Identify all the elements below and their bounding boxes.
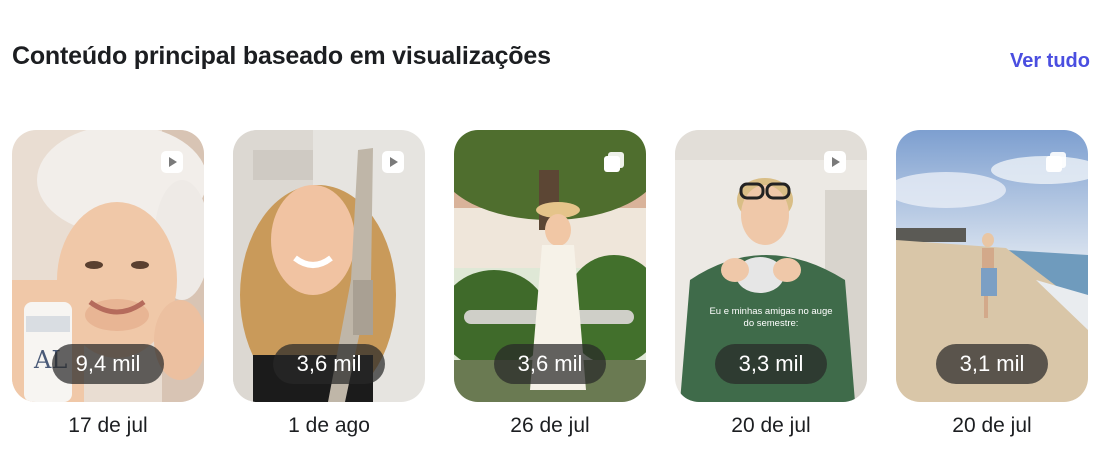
post-thumbnail[interactable]: 3,6 mil <box>454 130 646 402</box>
post-thumbnail[interactable]: 3,1 mil <box>896 130 1088 402</box>
post-card[interactable]: Eu e minhas amigas no auge do semestre: … <box>675 130 867 438</box>
views-count: 3,6 mil <box>494 344 606 384</box>
views-count: 3,3 mil <box>715 344 827 384</box>
post-thumbnail[interactable]: 3,6 mil <box>233 130 425 402</box>
top-content-section: Conteúdo principal baseado em visualizaç… <box>0 0 1100 449</box>
post-thumbnail[interactable]: AL 9,4 mil <box>12 130 204 402</box>
carousel-icon <box>1046 152 1066 172</box>
views-count: 3,1 mil <box>936 344 1048 384</box>
post-card[interactable]: 3,6 mil 26 de jul <box>454 130 646 438</box>
post-card[interactable]: 3,6 mil 1 de ago <box>233 130 425 438</box>
post-date: 20 de jul <box>731 414 811 437</box>
reel-play-icon <box>824 151 846 173</box>
carousel-icon <box>604 152 624 172</box>
post-cards-row: AL 9,4 mil 17 de jul 3,6 mil 1 de ago 3,… <box>12 130 1088 438</box>
post-card[interactable]: 3,1 mil 20 de jul <box>896 130 1088 438</box>
section-title: Conteúdo principal baseado em visualizaç… <box>12 42 551 70</box>
reel-play-icon <box>161 151 183 173</box>
post-card[interactable]: AL 9,4 mil 17 de jul <box>12 130 204 438</box>
reel-play-icon <box>382 151 404 173</box>
see-all-link[interactable]: Ver tudo <box>1010 50 1090 73</box>
post-thumbnail[interactable]: Eu e minhas amigas no auge do semestre: … <box>675 130 867 402</box>
post-date: 26 de jul <box>510 414 590 437</box>
post-date: 17 de jul <box>68 414 148 437</box>
overlay-caption: Eu e minhas amigas no auge do semestre: <box>709 306 833 329</box>
post-date: 20 de jul <box>952 414 1032 437</box>
views-count: 3,6 mil <box>273 344 385 384</box>
views-count: 9,4 mil <box>52 344 164 384</box>
post-date: 1 de ago <box>288 414 370 437</box>
